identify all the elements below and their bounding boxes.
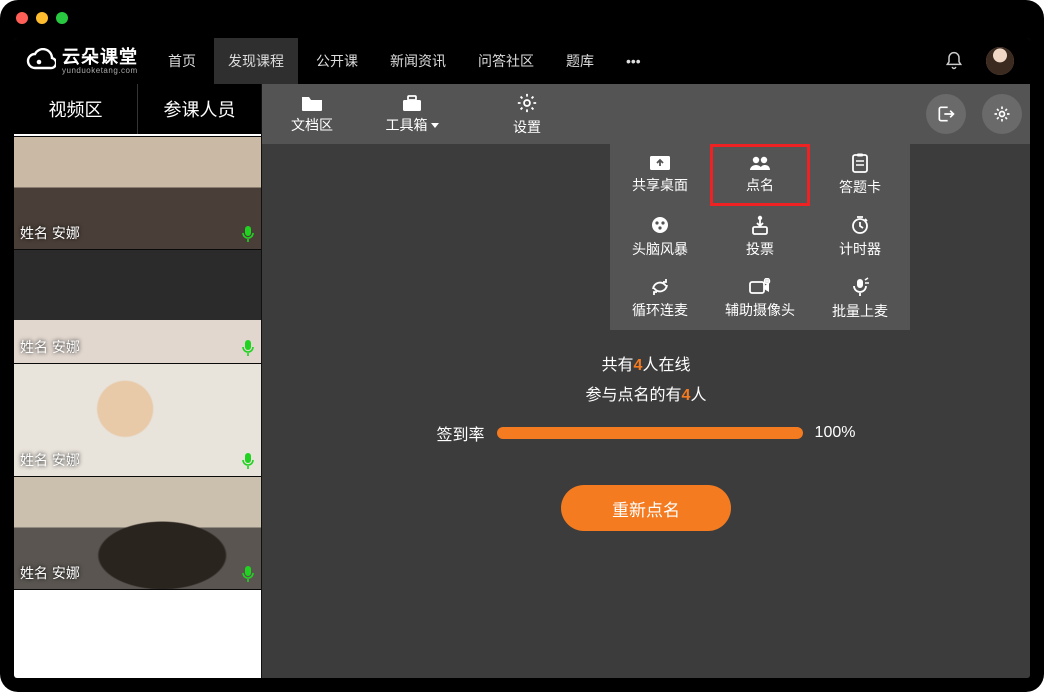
loop-mic-icon xyxy=(649,278,671,296)
body: 视频区 参课人员 姓名 安娜 姓名 安娜 xyxy=(14,84,1030,678)
brand-sub: yunduoketang.com xyxy=(62,66,138,75)
rollcall-again-button[interactable]: 重新点名 xyxy=(561,485,731,531)
dd-aux-camera[interactable]: 辅助摄像头 xyxy=(710,268,810,330)
toolbar: 文档区 工具箱 设置 xyxy=(262,84,1030,144)
mic-icon[interactable] xyxy=(241,339,255,357)
app-root: 云朵课堂 yunduoketang.com 首页 发现课程 公开课 新闻资讯 问… xyxy=(14,38,1030,678)
cloud-icon xyxy=(26,48,56,74)
window-frame: 云朵课堂 yunduoketang.com 首页 发现课程 公开课 新闻资讯 问… xyxy=(0,0,1044,692)
minimize-window-button[interactable] xyxy=(36,12,48,24)
share-screen-icon xyxy=(649,155,671,171)
dd-brainstorm[interactable]: 头脑风暴 xyxy=(610,206,710,268)
video-tile[interactable]: 姓名 安娜 xyxy=(14,363,261,476)
settings-gear-button[interactable] xyxy=(982,94,1022,134)
close-window-button[interactable] xyxy=(16,12,28,24)
toolbar-settings[interactable]: 设置 xyxy=(462,84,592,144)
nav-home[interactable]: 首页 xyxy=(154,38,210,84)
dd-share-screen[interactable]: 共享桌面 xyxy=(610,144,710,206)
brainstorm-icon xyxy=(650,215,670,235)
toolbar-docs[interactable]: 文档区 xyxy=(262,84,362,144)
nav-discover[interactable]: 发现课程 xyxy=(214,38,298,84)
gear-icon xyxy=(992,104,1012,124)
rate-label: 签到率 xyxy=(437,421,485,445)
exit-icon xyxy=(936,104,956,124)
main-panel: 文档区 工具箱 设置 xyxy=(262,84,1030,678)
mic-icon[interactable] xyxy=(241,225,255,243)
left-tabs: 视频区 参课人员 xyxy=(14,84,261,136)
tab-participants[interactable]: 参课人员 xyxy=(138,84,261,134)
exit-button[interactable] xyxy=(926,94,966,134)
video-list: 姓名 安娜 姓名 安娜 姓名 安娜 姓名 xyxy=(14,136,261,678)
dd-timer[interactable]: 计时器 xyxy=(810,206,910,268)
toolbox-icon xyxy=(401,94,423,112)
participant-name: 姓名 安娜 xyxy=(20,337,80,357)
nav-bank[interactable]: 题库 xyxy=(552,38,608,84)
online-line: 共有4人在线 xyxy=(586,351,707,381)
vote-icon xyxy=(751,215,769,235)
dd-batch-mic[interactable]: 批量上麦 xyxy=(810,268,910,330)
participant-name: 姓名 安娜 xyxy=(20,223,80,243)
dd-roll-call[interactable]: 点名 xyxy=(710,144,810,206)
gear-icon xyxy=(516,92,538,114)
left-panel: 视频区 参课人员 姓名 安娜 姓名 安娜 xyxy=(14,84,262,678)
toolbox-dropdown: 共享桌面 点名 答题卡 头脑风暴 xyxy=(610,144,910,330)
participant-name: 姓名 安娜 xyxy=(20,450,80,470)
top-nav: 云朵课堂 yunduoketang.com 首页 发现课程 公开课 新闻资讯 问… xyxy=(14,38,1030,84)
window-controls xyxy=(16,12,68,24)
roll-call-icon xyxy=(748,155,772,171)
answer-card-icon xyxy=(851,153,869,173)
user-avatar[interactable] xyxy=(986,47,1014,75)
video-tile-empty xyxy=(14,589,261,678)
dd-loop-mic[interactable]: 循环连麦 xyxy=(610,268,710,330)
attend-line: 参与点名的有4人 xyxy=(586,381,707,411)
video-tile[interactable]: 姓名 安娜 xyxy=(14,136,261,249)
dd-answer-card[interactable]: 答题卡 xyxy=(810,144,910,206)
progress-row: 签到率 100% xyxy=(437,421,856,445)
chevron-down-icon xyxy=(431,123,439,128)
nav-qa[interactable]: 问答社区 xyxy=(464,38,548,84)
mic-icon[interactable] xyxy=(241,565,255,583)
toolbar-toolbox[interactable]: 工具箱 xyxy=(362,84,462,144)
aux-camera-icon xyxy=(749,278,771,296)
nav-more[interactable]: ••• xyxy=(612,38,655,84)
dd-vote[interactable]: 投票 xyxy=(710,206,810,268)
video-tile[interactable]: 姓名 安娜 xyxy=(14,249,261,362)
toolbar-settings-label: 设置 xyxy=(513,117,541,137)
nav-open[interactable]: 公开课 xyxy=(302,38,372,84)
tab-video[interactable]: 视频区 xyxy=(14,84,138,134)
batch-mic-icon xyxy=(851,277,869,297)
brand-name: 云朵课堂 xyxy=(62,48,138,66)
nav-news[interactable]: 新闻资讯 xyxy=(376,38,460,84)
toolbar-toolbox-label: 工具箱 xyxy=(386,115,439,135)
rate-value: 100% xyxy=(815,424,856,442)
video-tile[interactable]: 姓名 安娜 xyxy=(14,476,261,589)
bell-icon[interactable] xyxy=(934,51,974,71)
participant-name: 姓名 安娜 xyxy=(20,563,80,583)
progress-bar xyxy=(497,427,803,439)
folder-icon xyxy=(301,94,323,112)
timer-icon xyxy=(850,215,870,235)
maximize-window-button[interactable] xyxy=(56,12,68,24)
brand-logo[interactable]: 云朵课堂 yunduoketang.com xyxy=(22,48,150,75)
toolbar-docs-label: 文档区 xyxy=(291,115,333,135)
rollcall-stats: 共有4人在线 参与点名的有4人 xyxy=(586,351,707,412)
mic-icon[interactable] xyxy=(241,452,255,470)
